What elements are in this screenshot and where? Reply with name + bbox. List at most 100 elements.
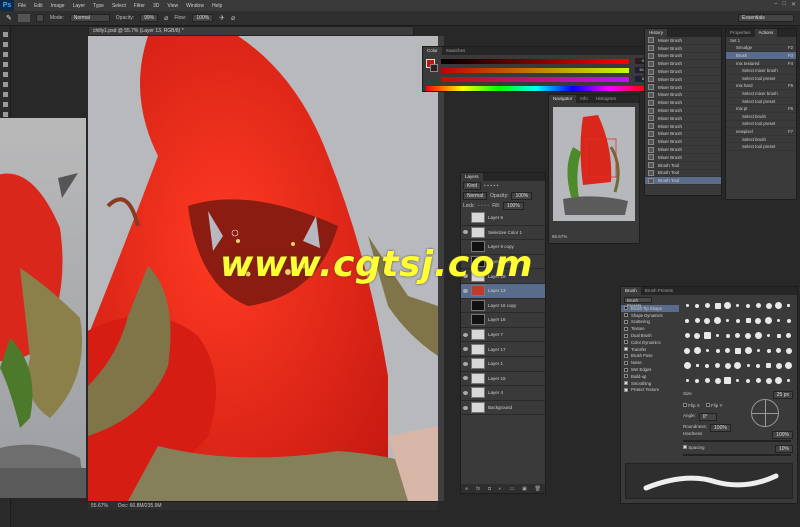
brush-tip[interactable]	[685, 318, 690, 323]
brush-tip[interactable]	[694, 318, 700, 323]
brush-tip[interactable]	[724, 362, 731, 369]
tab-info[interactable]: Info	[576, 95, 592, 103]
pressure-size-icon[interactable]: ⌀	[231, 14, 235, 22]
brush-tip[interactable]	[755, 303, 761, 308]
menu-3d[interactable]: 3D	[149, 3, 163, 9]
menu-view[interactable]: View	[163, 3, 182, 9]
layer-row[interactable]: Layer 7	[461, 328, 545, 343]
flow-field[interactable]: 100%	[192, 14, 214, 22]
spacing-checkbox[interactable]: Spacing	[683, 445, 705, 453]
brush-preset-picker[interactable]	[17, 14, 30, 22]
brush-tip[interactable]	[765, 377, 772, 384]
layer-row[interactable]: Background	[461, 401, 545, 416]
layer-row[interactable]: Layer 4	[461, 386, 545, 401]
brush-tip[interactable]	[767, 334, 771, 337]
history-item[interactable]: Mixer Brush	[645, 84, 721, 92]
brush-tip[interactable]	[734, 347, 741, 354]
brush-tool-icon[interactable]: ✎	[6, 14, 12, 22]
tab-swatches[interactable]: Swatches	[442, 47, 470, 55]
menu-filter[interactable]: Filter	[130, 3, 149, 9]
brush-tip[interactable]	[787, 304, 791, 307]
size-field[interactable]: 25 px	[772, 391, 793, 399]
action-item[interactable]: Select mixer brush	[726, 90, 796, 98]
brush-tip[interactable]	[695, 378, 700, 383]
brush-option-checkbox[interactable]	[624, 381, 628, 386]
brush-tip[interactable]	[766, 363, 772, 368]
brush-option-checkbox[interactable]	[624, 347, 628, 352]
brush-tip[interactable]	[755, 317, 762, 324]
brush-tip[interactable]	[736, 379, 740, 382]
layer-fill-field[interactable]: 100%	[503, 202, 524, 210]
angle-field[interactable]: 0°	[698, 413, 717, 421]
new-layer-icon[interactable]: ▣	[522, 486, 527, 492]
brush-tip[interactable]	[777, 319, 781, 322]
pressure-opacity-icon[interactable]: ⌀	[164, 14, 168, 22]
brush-tip[interactable]	[705, 349, 709, 352]
action-item[interactable]: Select tool preset	[726, 143, 796, 151]
angle-dial[interactable]	[751, 399, 779, 427]
brush-tip[interactable]	[775, 377, 783, 384]
tab-history[interactable]: History	[645, 29, 668, 37]
brush-option-checkbox[interactable]	[624, 326, 628, 331]
brush-option[interactable]: Protect Texture	[621, 387, 679, 394]
brush-tip[interactable]	[725, 333, 730, 338]
brush-tip[interactable]	[684, 347, 691, 354]
brush-tip[interactable]	[754, 332, 762, 339]
brush-option-checkbox[interactable]	[624, 360, 628, 365]
history-item[interactable]: Brush Tool	[645, 177, 721, 186]
brush-option[interactable]: Dual Brush	[621, 332, 679, 339]
layer-row[interactable]: Layer 13	[461, 283, 545, 299]
tab-actions[interactable]: Actions	[754, 29, 778, 37]
brush-option-checkbox[interactable]	[624, 367, 628, 372]
brush-tip[interactable]	[726, 319, 730, 322]
visibility-eye-icon[interactable]	[463, 230, 468, 235]
menu-image[interactable]: Image	[47, 3, 69, 9]
history-item[interactable]: Mixer Brush	[645, 45, 721, 53]
add-mask-icon[interactable]: ◘	[488, 486, 491, 492]
history-item[interactable]: Mixer Brush	[645, 107, 721, 115]
flip-y-checkbox[interactable]: Flip Y	[705, 403, 722, 408]
menu-select[interactable]: Select	[108, 3, 130, 9]
history-item[interactable]: Mixer Brush	[645, 52, 721, 61]
brush-tip[interactable]	[724, 377, 732, 384]
minimize-icon[interactable]: –	[774, 1, 777, 8]
link-layers-icon[interactable]: ∞	[465, 486, 469, 492]
red-slider[interactable]	[441, 59, 629, 64]
close-icon[interactable]: ✕	[791, 1, 796, 8]
layer-opacity-field[interactable]: 100%	[511, 192, 533, 200]
history-item[interactable]: Mixer Brush	[645, 91, 721, 100]
background-swatch[interactable]	[430, 64, 438, 72]
layer-style-icon[interactable]: fx	[476, 486, 480, 492]
history-item[interactable]: Mixer Brush	[645, 138, 721, 147]
navigator-zoom[interactable]: 55.67%	[552, 234, 567, 239]
trash-icon[interactable]: 🗑	[535, 486, 541, 492]
brush-tip[interactable]	[716, 334, 720, 337]
brush-tip-grid[interactable]	[683, 299, 793, 387]
tab-layers[interactable]: Layers	[461, 173, 483, 181]
lock-icons[interactable]: ▫ ▫ ▫ ▫	[478, 203, 489, 209]
spacing-field[interactable]: 10%	[774, 445, 793, 453]
brush-tip[interactable]	[736, 304, 740, 307]
brush-tip[interactable]	[704, 303, 710, 308]
layer-row[interactable]: Layer 16 copy	[461, 299, 545, 314]
visibility-eye-icon[interactable]	[463, 288, 468, 293]
brush-option[interactable]: Wet Edges	[621, 366, 679, 373]
visibility-eye-icon[interactable]	[463, 390, 468, 395]
menu-edit[interactable]: Edit	[30, 3, 47, 9]
brush-tip[interactable]	[775, 302, 783, 309]
status-zoom[interactable]: 55.67%	[91, 502, 108, 510]
layer-row[interactable]: Layer 6	[461, 211, 545, 226]
brush-tip[interactable]	[745, 318, 751, 323]
menu-file[interactable]: File	[14, 3, 30, 9]
layer-row[interactable]: Layer 17	[461, 342, 545, 357]
history-item[interactable]: Mixer Brush	[645, 146, 721, 154]
visibility-eye-icon[interactable]	[463, 361, 468, 366]
menu-layer[interactable]: Layer	[69, 3, 90, 9]
adjustment-icon[interactable]: ◐	[499, 486, 502, 492]
brush-option-checkbox[interactable]	[624, 340, 628, 345]
brush-option-checkbox[interactable]	[624, 306, 628, 311]
blend-mode-select[interactable]: Normal	[463, 192, 488, 200]
history-item[interactable]: Mixer Brush	[645, 68, 721, 76]
history-item[interactable]: Mixer Brush	[645, 99, 721, 108]
brush-option[interactable]: Build-up	[621, 373, 679, 380]
